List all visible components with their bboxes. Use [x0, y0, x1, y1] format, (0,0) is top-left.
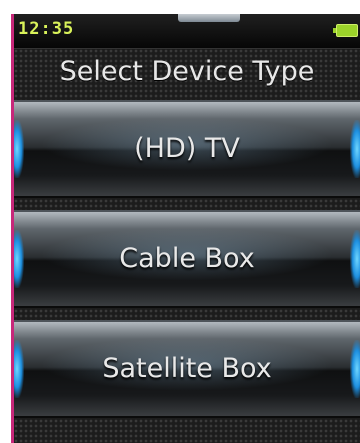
- right-glow-icon: [350, 230, 360, 288]
- device-screen: 12:35 Select Device Type (HD) TV Cable B…: [14, 14, 360, 443]
- top-notch: [178, 14, 240, 22]
- right-glow-icon: [350, 340, 360, 398]
- cable-box-button[interactable]: Cable Box: [14, 210, 360, 308]
- status-bar: 12:35: [14, 14, 360, 49]
- hd-tv-label: (HD) TV: [134, 133, 240, 164]
- satellite-box-label: Satellite Box: [102, 353, 272, 384]
- clock: 12:35: [18, 19, 75, 39]
- right-glow-icon: [350, 120, 360, 178]
- satellite-box-button[interactable]: Satellite Box: [14, 320, 360, 418]
- cable-box-label: Cable Box: [119, 243, 255, 274]
- page-title: Select Device Type: [59, 56, 315, 87]
- hd-tv-button[interactable]: (HD) TV: [14, 100, 360, 198]
- battery-full-icon: [333, 24, 358, 37]
